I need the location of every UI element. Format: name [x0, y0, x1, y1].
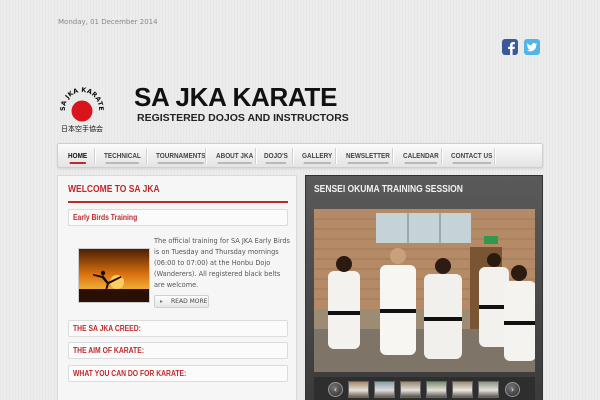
- gallery-thumbnail[interactable]: [348, 381, 369, 398]
- article-title-bar[interactable]: Early Birds Training: [68, 209, 288, 226]
- nav-item-home[interactable]: HOME: [68, 147, 87, 165]
- gallery-thumbnail[interactable]: [452, 381, 473, 398]
- read-more-button[interactable]: ▸ READ MORE: [154, 295, 209, 308]
- nav-item-calendar[interactable]: CALENDAR: [403, 147, 439, 165]
- section-creed-label[interactable]: THE SA JKA CREED:: [73, 324, 141, 333]
- gallery-thumbnail[interactable]: [374, 381, 395, 398]
- gallery-thumbnail[interactable]: [426, 381, 447, 398]
- section-aim[interactable]: THE AIM OF KARATE:: [68, 342, 288, 359]
- nav-item-dojos[interactable]: DOJO'S: [264, 147, 288, 165]
- nav-item-tournaments[interactable]: TOURNAMENTS: [156, 147, 205, 165]
- main-nav: HOME TECHNICAL TOURNAMENTS ABOUT JKA DOJ…: [57, 143, 543, 168]
- karate-sunset-image[interactable]: [78, 248, 150, 303]
- chevron-right-icon[interactable]: ›: [505, 382, 520, 397]
- gallery-thumbnail[interactable]: [400, 381, 421, 398]
- nav-item-newsletter[interactable]: NEWSLETTER: [346, 147, 390, 165]
- gallery-panel: SENSEI OKUMA TRAINING SESSION ‹ ›: [305, 175, 543, 400]
- arrow-right-icon: ▸: [160, 298, 164, 305]
- article-text: The official training for SA JKA Early B…: [154, 237, 290, 289]
- heading-divider: [68, 201, 288, 203]
- date-label: Monday, 01 December 2014: [58, 18, 158, 26]
- nav-item-technical[interactable]: TECHNICAL: [104, 147, 141, 165]
- section-what-you-can-do-label[interactable]: WHAT YOU CAN DO FOR KARATE:: [73, 369, 186, 378]
- gallery-thumbnail[interactable]: [478, 381, 499, 398]
- nav-item-contact-us[interactable]: CONTACT US: [451, 147, 492, 165]
- read-more-label: READ MORE: [171, 298, 208, 305]
- nav-item-about-jka[interactable]: ABOUT JKA: [216, 147, 253, 165]
- twitter-icon[interactable]: [524, 39, 540, 55]
- site-title: SA JKA KARATE: [134, 82, 338, 112]
- section-aim-label[interactable]: THE AIM OF KARATE:: [73, 346, 144, 355]
- welcome-heading: WELCOME TO SA JKA: [68, 184, 160, 195]
- section-what-you-can-do[interactable]: WHAT YOU CAN DO FOR KARATE:: [68, 365, 288, 382]
- nav-item-gallery[interactable]: GALLERY: [302, 147, 332, 165]
- gallery-heading: SENSEI OKUMA TRAINING SESSION: [314, 184, 463, 195]
- training-session-photo[interactable]: [314, 209, 535, 372]
- chevron-left-icon[interactable]: ‹: [328, 382, 343, 397]
- article-title[interactable]: Early Birds Training: [73, 213, 137, 222]
- welcome-panel: WELCOME TO SA JKA Early Birds Training T…: [57, 175, 297, 400]
- gallery-thumbnail-strip: ‹ ›: [314, 377, 535, 400]
- section-creed[interactable]: THE SA JKA CREED:: [68, 320, 288, 337]
- svg-text:日本空手協会: 日本空手協会: [61, 124, 103, 133]
- site-logo[interactable]: SA JKA KARATE 日本空手協会: [57, 82, 107, 134]
- site-subtitle: REGISTERED DOJOS AND INSTRUCTORS: [137, 112, 349, 124]
- facebook-icon[interactable]: [502, 39, 518, 55]
